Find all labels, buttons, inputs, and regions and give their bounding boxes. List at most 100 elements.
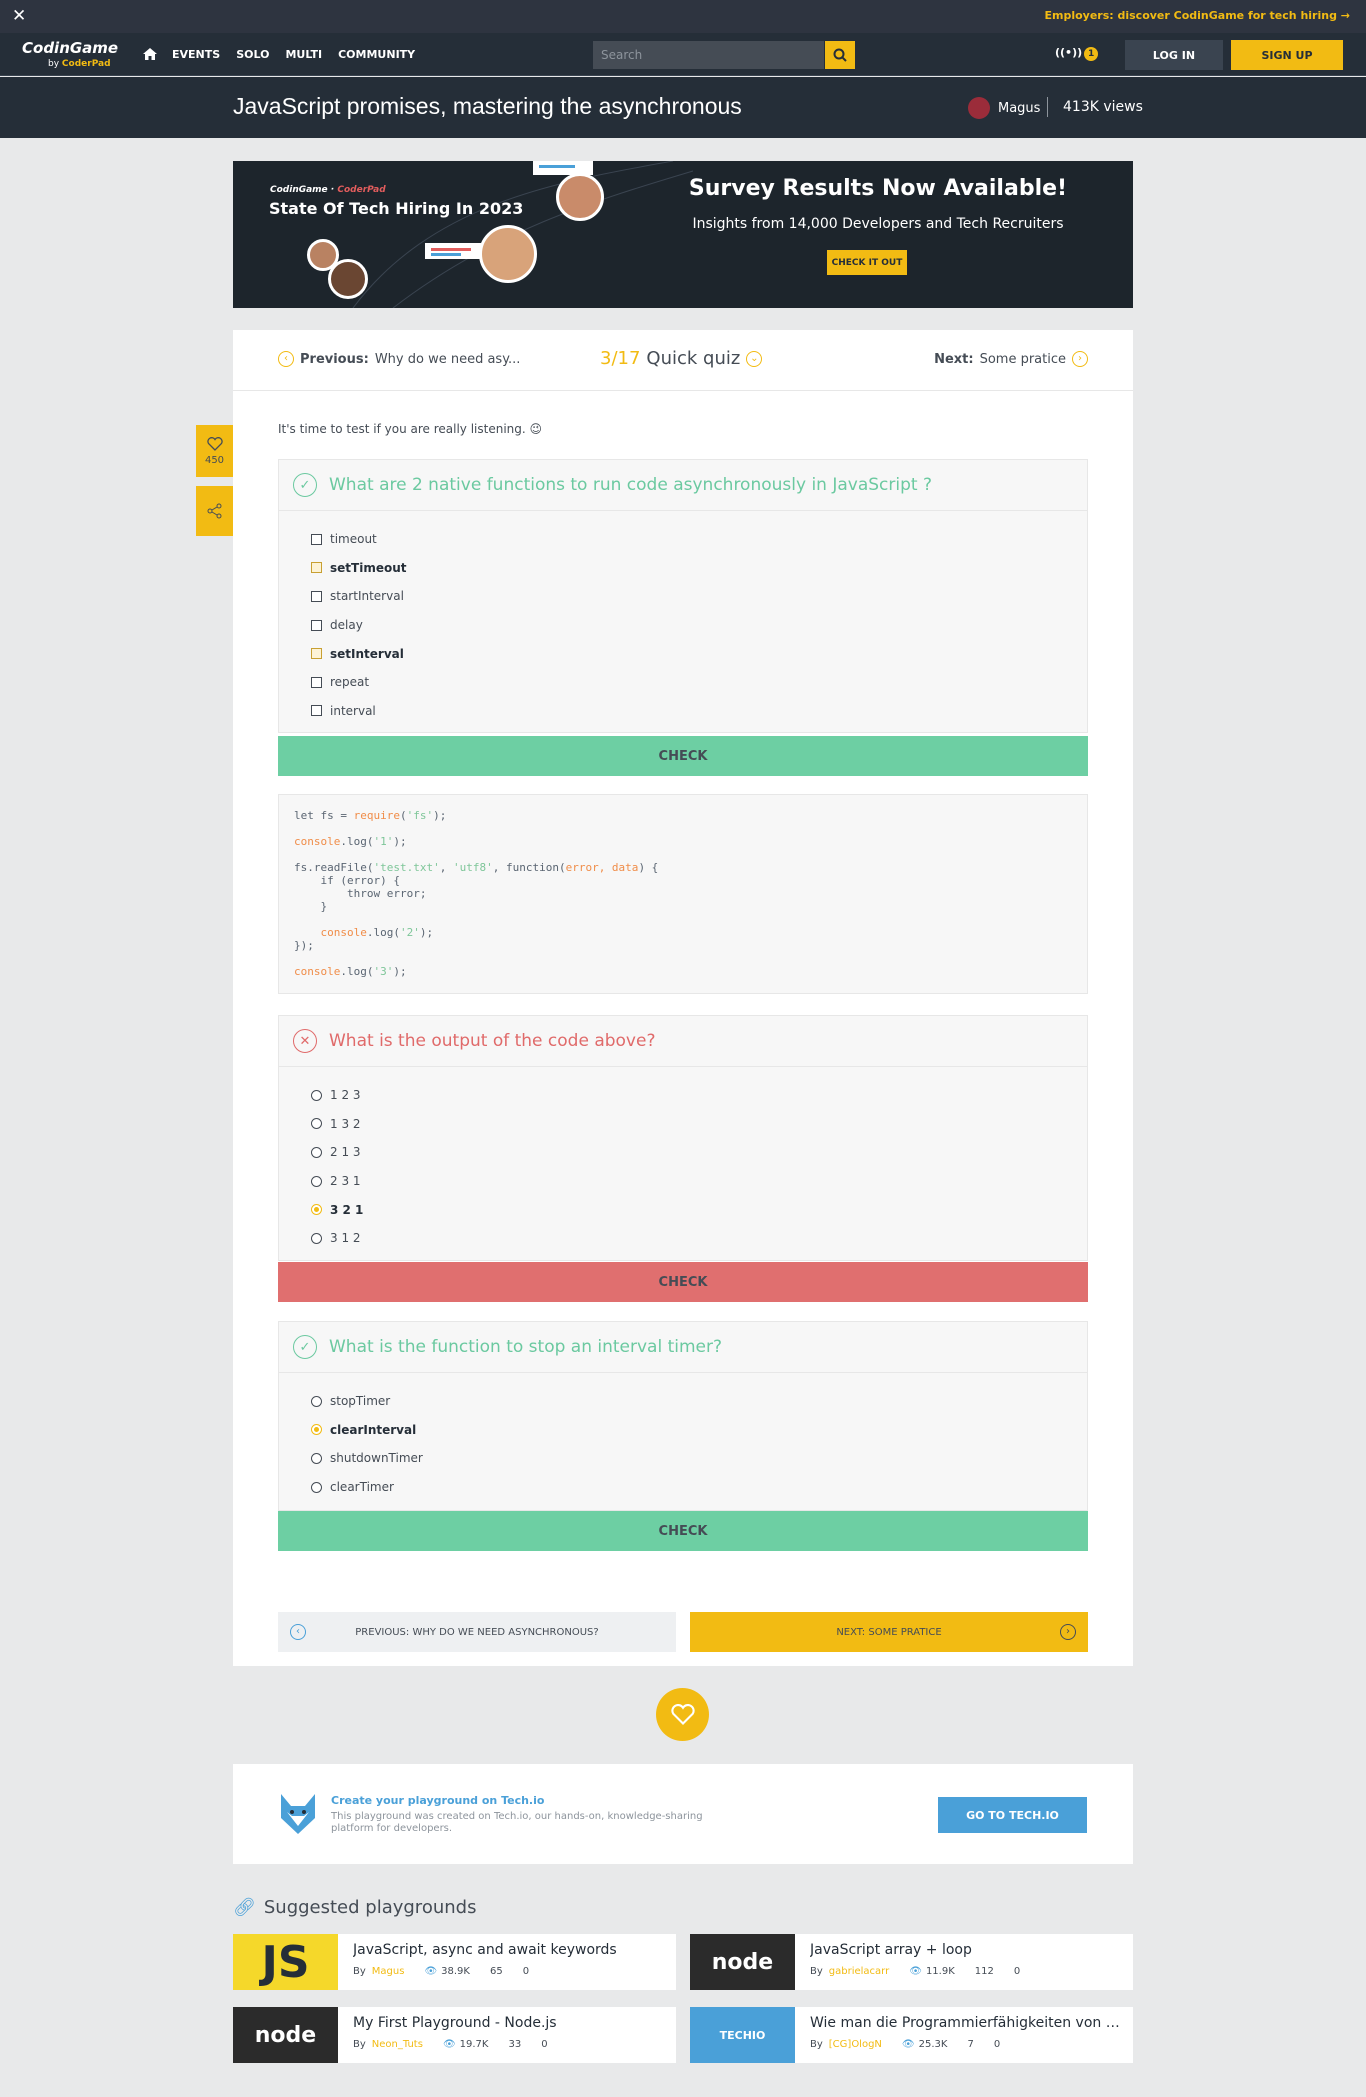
quiz-question-3: ✓ What is the function to stop an interv…: [278, 1321, 1088, 1511]
previous-lesson-link[interactable]: ‹ Previous: Why do we need asy...: [278, 351, 520, 367]
previous-lesson-button[interactable]: ‹ PREVIOUS: WHY DO WE NEED ASYNCHRONOUS?: [278, 1612, 676, 1652]
employers-promo-link[interactable]: Employers: discover CodinGame for tech h…: [1044, 9, 1350, 22]
ad-brand-codingame: CodinGame: [270, 185, 328, 195]
card-title: My First Playground - Node.js: [353, 2015, 557, 2031]
nav-community[interactable]: COMMUNITY: [338, 48, 415, 61]
option-radio[interactable]: 2 3 1: [311, 1167, 1087, 1196]
home-icon[interactable]: [142, 46, 158, 62]
js-thumbnail: JS: [233, 1934, 338, 1990]
check-button[interactable]: CHECK: [278, 736, 1088, 776]
views-count: 25.3K: [918, 2039, 948, 2050]
card-comments: 0: [541, 2039, 548, 2050]
login-button[interactable]: LOG IN: [1125, 40, 1223, 70]
nav-solo[interactable]: SOLO: [236, 48, 269, 61]
playground-card[interactable]: JS JavaScript, async and await keywords …: [233, 1934, 676, 1990]
option-label: timeout: [330, 532, 377, 547]
notifications-button[interactable]: ((•)) 1: [1055, 46, 1099, 61]
radio[interactable]: [311, 1175, 322, 1187]
close-promo-button[interactable]: ✕: [12, 6, 26, 26]
top-promo-bar: ✕ Employers: discover CodinGame for tech…: [0, 0, 1366, 33]
option-radio[interactable]: 3 1 2: [311, 1224, 1087, 1253]
previous-lesson-label: PREVIOUS: WHY DO WE NEED ASYNCHRONOUS?: [355, 1626, 599, 1638]
radio[interactable]: [311, 1395, 322, 1407]
checkbox[interactable]: [311, 562, 322, 574]
checkbox[interactable]: [311, 648, 322, 660]
option-checkbox[interactable]: repeat: [311, 668, 1087, 697]
check-button[interactable]: CHECK: [278, 1511, 1088, 1551]
card-author[interactable]: Neon_Tuts: [372, 2039, 423, 2050]
nav-events[interactable]: EVENTS: [172, 48, 220, 61]
nav-multi[interactable]: MULTI: [285, 48, 322, 61]
option-checkbox[interactable]: interval: [311, 697, 1087, 726]
option-checkbox[interactable]: setTimeout: [311, 554, 1087, 583]
option-radio[interactable]: 3 2 1: [311, 1195, 1087, 1224]
share-button[interactable]: [196, 486, 233, 536]
option-checkbox[interactable]: setInterval: [311, 639, 1087, 668]
check-it-out-button[interactable]: CHECK IT OUT: [827, 250, 907, 275]
person-photo: [328, 259, 368, 299]
check-circle-icon: ✓: [293, 473, 317, 497]
card-author[interactable]: gabrielacarr: [829, 1966, 889, 1977]
checkbox[interactable]: [311, 533, 322, 545]
option-radio[interactable]: clearInterval: [311, 1416, 1087, 1445]
lesson-progress: 3/17: [600, 348, 641, 369]
options-list: 1 2 3 1 3 2 2 1 3 2 3 1 3 2 1 3 1 2: [279, 1067, 1087, 1253]
techio-title-link[interactable]: Create your playground on Tech.io: [331, 1794, 544, 1807]
lesson-pager: ‹ Previous: Why do we need asy... 3/17 Q…: [233, 330, 1133, 391]
option-checkbox[interactable]: timeout: [311, 525, 1087, 554]
node-thumbnail: node: [690, 1934, 795, 1990]
checkbox[interactable]: [311, 590, 322, 602]
survey-ad-banner[interactable]: CodinGame · CoderPad State Of Tech Hirin…: [233, 161, 1133, 308]
like-button[interactable]: 450: [196, 425, 233, 477]
card-views: 👁︎ 19.7K: [443, 2039, 489, 2050]
search-button[interactable]: [825, 41, 855, 69]
radio[interactable]: [311, 1118, 322, 1130]
card-author[interactable]: Magus: [372, 1966, 405, 1977]
search-input[interactable]: [593, 41, 824, 69]
option-radio[interactable]: 1 2 3: [311, 1081, 1087, 1110]
card-title: JavaScript, async and await keywords: [353, 1942, 617, 1958]
playground-card[interactable]: node My First Playground - Node.js By Ne…: [233, 2007, 676, 2063]
author-link[interactable]: Magus: [968, 97, 1040, 119]
option-checkbox[interactable]: delay: [311, 611, 1087, 640]
chevron-left-icon: ‹: [278, 351, 294, 367]
checkbox[interactable]: [311, 705, 322, 717]
next-lesson-button[interactable]: NEXT: SOME PRATICE ›: [690, 1612, 1088, 1652]
checkbox[interactable]: [311, 619, 322, 631]
card-author[interactable]: [CG]OlogN: [829, 2039, 882, 2050]
signup-button[interactable]: SIGN UP: [1231, 40, 1343, 70]
code-block: let fs = require('fs'); console.log('1')…: [278, 794, 1088, 994]
codingame-logo[interactable]: CodinGame by CoderPad: [22, 39, 118, 69]
card-views: 👁︎ 11.9K: [909, 1966, 955, 1977]
search-icon: [833, 48, 847, 62]
option-radio[interactable]: 1 3 2: [311, 1110, 1087, 1139]
option-radio[interactable]: stopTimer: [311, 1387, 1087, 1416]
checkbox[interactable]: [311, 676, 322, 688]
radio[interactable]: [311, 1146, 322, 1158]
card-comments: 0: [993, 2039, 1001, 2050]
next-lesson-link[interactable]: Next: Some pratice ›: [934, 351, 1088, 367]
page-title: JavaScript promises, mastering the async…: [233, 93, 742, 119]
card-views: 👁︎ 25.3K: [902, 2039, 948, 2050]
option-radio[interactable]: clearTimer: [311, 1473, 1087, 1502]
option-checkbox[interactable]: startInterval: [311, 582, 1087, 611]
playground-card[interactable]: node JavaScript array + loop By gabriela…: [690, 1934, 1133, 1990]
radio[interactable]: [311, 1481, 322, 1493]
main-navbar: CodinGame by CoderPad EVENTS SOLO MULTI …: [0, 33, 1366, 76]
options-list: timeout setTimeout startInterval delay s…: [279, 511, 1087, 725]
playground-card[interactable]: TECHIO Wie man die Programmierfähigkeite…: [690, 2007, 1133, 2063]
like-playground-button[interactable]: [656, 1688, 709, 1741]
radio[interactable]: [311, 1424, 322, 1436]
radio[interactable]: [311, 1452, 322, 1464]
chevron-right-icon: ›: [1060, 1624, 1076, 1640]
radio[interactable]: [311, 1232, 322, 1244]
lesson-selector[interactable]: 3/17 Quick quiz ⌄: [600, 348, 763, 369]
option-radio[interactable]: 2 1 3: [311, 1138, 1087, 1167]
option-label: delay: [330, 618, 363, 633]
radio[interactable]: [311, 1089, 322, 1101]
check-button[interactable]: CHECK: [278, 1262, 1088, 1302]
go-to-techio-button[interactable]: GO TO TECH.IO: [938, 1797, 1087, 1833]
option-radio[interactable]: shutdownTimer: [311, 1444, 1087, 1473]
radio[interactable]: [311, 1204, 322, 1216]
person-photo: [479, 225, 537, 283]
